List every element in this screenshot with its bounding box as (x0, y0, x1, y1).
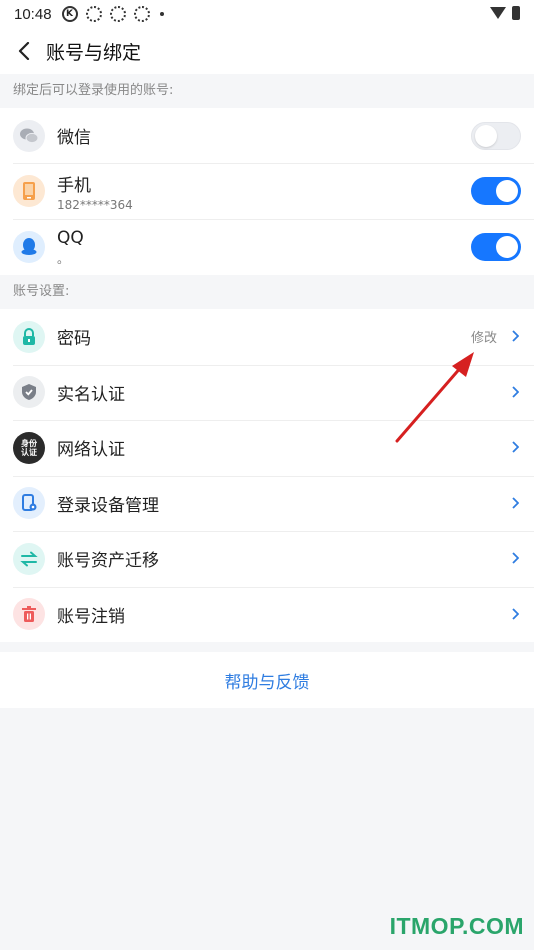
settings-label: 登录设备管理 (57, 495, 159, 516)
settings-row-password[interactable]: 密码 修改 (0, 309, 534, 365)
chevron-right-icon (511, 438, 521, 457)
battery-icon (512, 6, 520, 20)
lock-icon (13, 320, 45, 353)
settings-label: 账号注销 (57, 606, 125, 627)
app-icon (85, 6, 102, 22)
binding-section-label: 绑定后可以登录使用的账号: (0, 74, 534, 108)
settings-row-cancel-account[interactable]: 账号注销 (0, 586, 534, 642)
header: 账号与绑定 (0, 28, 534, 74)
phone-toggle[interactable] (471, 177, 521, 205)
help-bar: 帮助与反馈 (0, 652, 534, 708)
settings-row-network-id[interactable]: 身份 认证 网络认证 (0, 420, 534, 476)
wifi-icon (490, 7, 506, 19)
status-time: 10:48 (14, 5, 52, 23)
transfer-icon (13, 542, 45, 575)
shield-icon (13, 376, 45, 409)
chevron-right-icon (511, 549, 521, 568)
app-icon (109, 6, 126, 22)
binding-label: 微信 (57, 128, 91, 148)
trash-icon (13, 598, 45, 631)
chevron-right-icon (511, 383, 521, 402)
binding-row-qq[interactable]: QQ 。 (0, 219, 534, 275)
binding-label: QQ (57, 227, 84, 248)
phone-number: 182*****364 (57, 197, 133, 212)
dot-icon (159, 12, 164, 16)
back-icon[interactable] (12, 39, 36, 63)
help-feedback-link[interactable]: 帮助与反馈 (225, 668, 310, 693)
status-right (490, 6, 520, 20)
page-title: 账号与绑定 (46, 41, 142, 64)
wechat-icon (13, 119, 45, 152)
phone-icon (13, 175, 45, 207)
binding-label: 手机 (57, 175, 91, 196)
chevron-right-icon (511, 327, 521, 346)
settings-row-devices[interactable]: 登录设备管理 (0, 475, 534, 531)
settings-section-label: 账号设置: (0, 275, 534, 309)
status-bar: 10:48 K (0, 0, 534, 28)
binding-row-wechat[interactable]: 微信 (0, 108, 534, 163)
watermark-logo: ITMOP.COM (389, 913, 524, 939)
settings-row-real-name[interactable]: 实名认证 (0, 364, 534, 420)
device-icon (13, 487, 45, 520)
settings-row-asset-transfer[interactable]: 账号资产迁移 (0, 531, 534, 587)
app-icon (133, 6, 150, 22)
chevron-right-icon (511, 605, 521, 624)
binding-list: 微信 手机 182*****364 QQ 。 (0, 108, 534, 275)
qq-account: 。 (57, 251, 70, 266)
qq-icon (13, 231, 45, 263)
modify-hint: 修改 (470, 331, 497, 347)
k-circle-icon: K (61, 6, 78, 22)
settings-list: 密码 修改 实名认证 身份 认证 网络认证 登录设备管理 账号资产迁移 账号注销 (0, 309, 534, 642)
settings-label: 账号资产迁移 (57, 551, 159, 572)
settings-label: 密码 (57, 329, 91, 350)
wechat-toggle[interactable] (471, 121, 521, 150)
network-id-icon: 身份 认证 (13, 431, 45, 464)
binding-row-phone[interactable]: 手机 182*****364 (0, 163, 534, 219)
settings-label: 实名认证 (57, 384, 125, 405)
qq-toggle[interactable] (471, 233, 521, 261)
settings-label: 网络认证 (57, 440, 125, 461)
chevron-right-icon (511, 494, 521, 513)
